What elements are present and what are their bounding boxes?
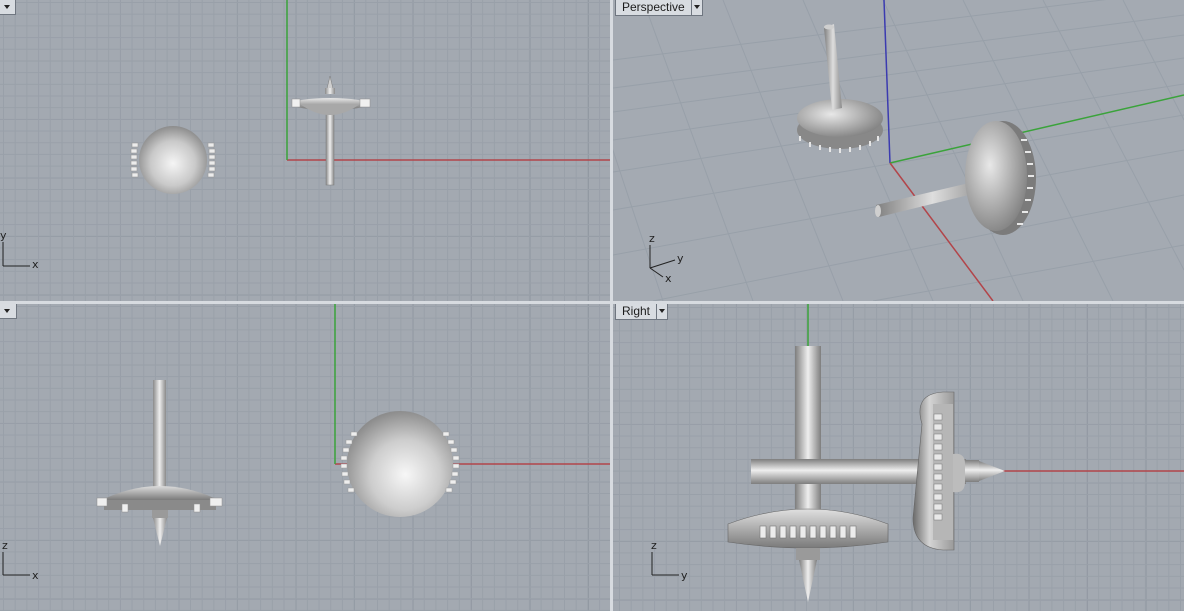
viewport-perspective[interactable]: z y x Perspective (613, 0, 1184, 301)
y-axis-line (889, 94, 1184, 164)
top-view-canvas: x y (0, 0, 610, 271)
front-view-canvas: z x (2, 304, 610, 582)
viewport-tab-perspective[interactable]: Perspective (615, 0, 703, 16)
gear-sphere-object (340, 411, 460, 517)
axis-label-y: y (0, 229, 7, 242)
viewport-tab-right[interactable]: Right (615, 304, 669, 320)
viewport-divider-vertical[interactable] (610, 0, 613, 611)
top-axis-icon: x y (0, 229, 39, 271)
right-axis-icon: z y (651, 539, 688, 582)
right-view-canvas: z y (651, 304, 1184, 602)
gear-disc-object (875, 121, 1036, 235)
perspective-grid (613, 0, 1184, 301)
axis-label-y: y (681, 569, 688, 582)
viewport-title[interactable]: Right (615, 304, 658, 320)
axis-label-z: z (2, 539, 8, 552)
viewport-right[interactable]: z y Right (613, 304, 1184, 611)
spinning-top-object (797, 24, 883, 153)
chevron-down-icon[interactable] (657, 304, 669, 320)
axis-label-x: x (665, 272, 672, 285)
perspective-view-canvas: z y x (613, 0, 1184, 301)
axis-label-z: z (651, 539, 657, 552)
viewport-title[interactable]: Perspective (615, 0, 692, 16)
viewport-front[interactable]: z x (0, 304, 610, 611)
axis-label-z: z (649, 232, 655, 245)
chevron-down-icon[interactable] (691, 0, 703, 16)
spinning-top-object (291, 75, 371, 186)
spinning-top-object (96, 380, 223, 546)
viewport-top[interactable]: x y (0, 0, 610, 301)
axis-label-x: x (32, 569, 39, 582)
front-axis-icon: z x (2, 539, 39, 582)
perspective-axis-icon: z y x (649, 232, 684, 285)
axis-label-x: x (32, 258, 39, 271)
axis-label-y: y (677, 252, 684, 265)
viewport-divider-horizontal[interactable] (0, 301, 1184, 304)
z-axis-line (883, 0, 891, 164)
gear-sphere-object (130, 126, 216, 194)
